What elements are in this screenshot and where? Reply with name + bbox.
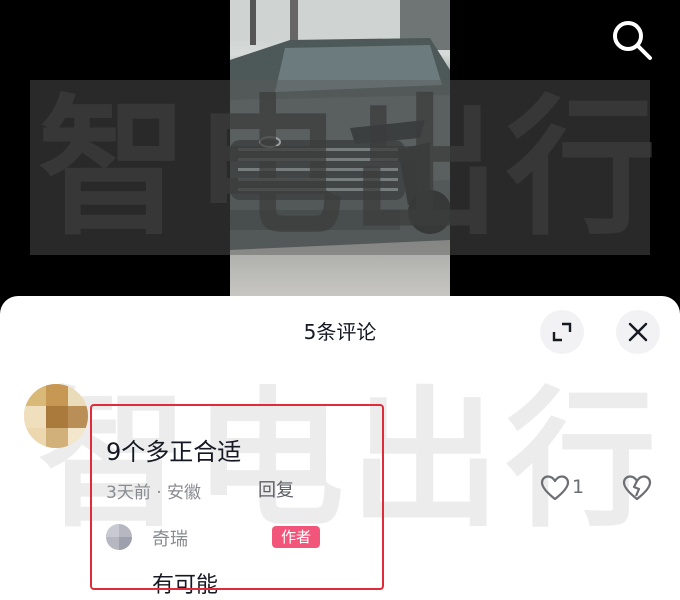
video-player[interactable]: 智电出行 <box>0 0 680 320</box>
broken-heart-icon <box>622 475 652 501</box>
commenter-avatar[interactable] <box>24 384 88 448</box>
close-button[interactable] <box>616 310 660 354</box>
comments-panel: 5条评论 智电出行 9个多正合适 3天前 · 安徽 回复 1 奇瑞 作者 有可能 <box>0 296 680 600</box>
watermark-text: 智电出行 <box>38 82 663 256</box>
search-icon <box>613 21 652 60</box>
avatar-image <box>24 384 88 448</box>
search-button[interactable] <box>608 16 654 62</box>
like-button[interactable]: 1 <box>540 474 584 504</box>
heart-icon <box>540 475 570 501</box>
highlight-box <box>90 404 384 590</box>
like-count: 1 <box>572 476 585 498</box>
expand-icon <box>552 322 572 342</box>
dislike-button[interactable] <box>622 474 652 504</box>
expand-button[interactable] <box>540 310 584 354</box>
close-icon <box>628 322 648 342</box>
